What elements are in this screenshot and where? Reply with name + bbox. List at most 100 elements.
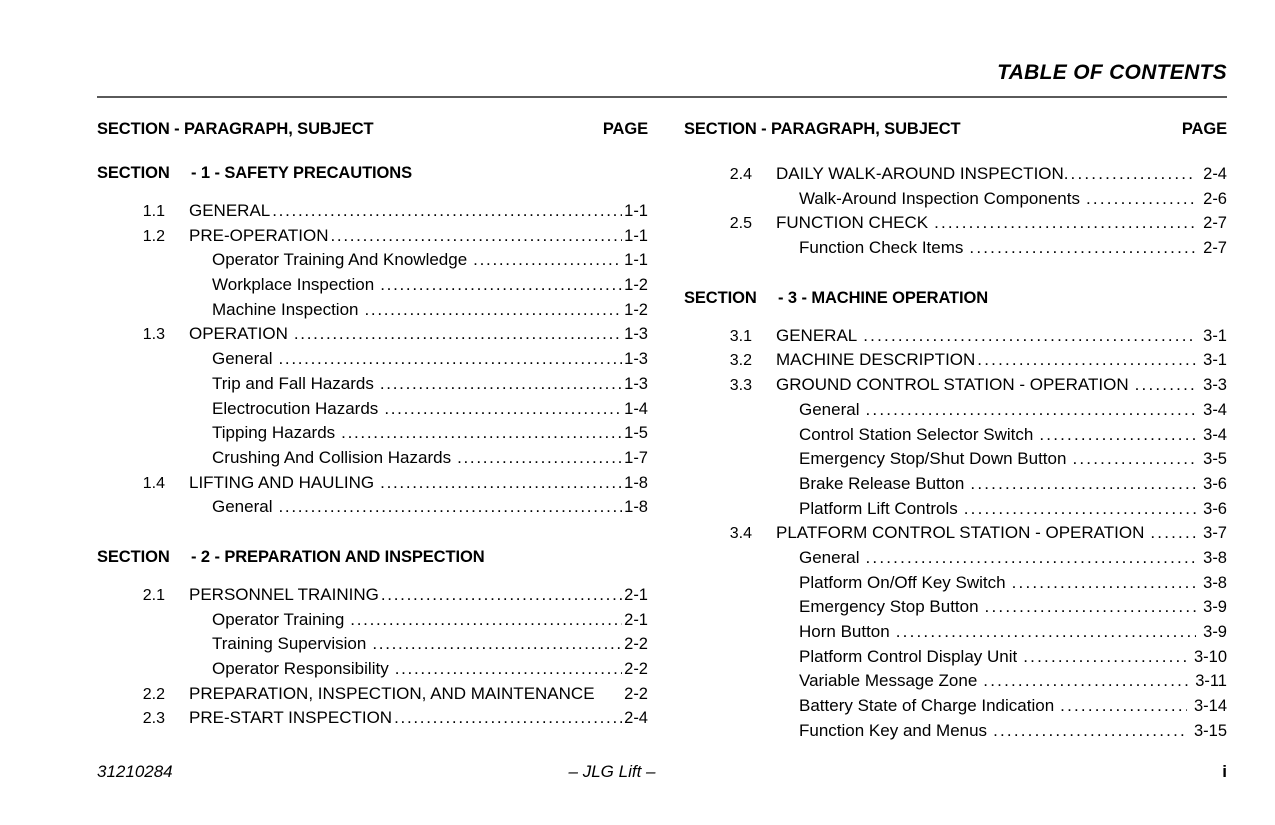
toc-entry-title: MACHINE DESCRIPTION [776,350,976,370]
toc-entry-page: 3-8 [1203,573,1227,592]
dot-leader: ........................................… [350,609,622,629]
toc-entry-title: Workplace Inspection [212,275,375,295]
toc-entry[interactable]: General.................................… [97,349,648,374]
toc-entry[interactable]: 3.3 GROUND CONTROL STATION - OPERATION...… [684,375,1227,400]
toc-entry[interactable]: 2.2 PREPARATION, INSPECTION, AND MAINTENA… [97,684,648,709]
toc-entry[interactable]: Operator Training.......................… [97,610,648,635]
toc-entry[interactable]: Tipping Hazards.........................… [97,423,648,448]
toc-entry-body: Tipping Hazards.........................… [165,423,623,443]
toc-entry[interactable]: Electrocution Hazards...................… [97,399,648,424]
dot-leader: ........................................… [983,671,1188,691]
toc-entry-page: 3-14 [1193,697,1227,716]
toc-entry-page: 1-1 [624,202,648,220]
toc-entry-number: 2.1 [142,586,165,604]
toc-entry[interactable]: Crushing And Collision Hazards..........… [97,448,648,473]
dot-leader: ........................................… [863,325,1197,345]
toc-entry[interactable]: 1.4 LIFTING AND HAULING..................… [97,473,648,498]
toc-entry[interactable]: 2.5 FUNCTION CHECK.......................… [684,213,1227,238]
column-heading-page: PAGE [602,120,648,138]
toc-entry[interactable]: Platform Control Display Unit...........… [684,647,1227,672]
toc-entry[interactable]: Variable Message Zone...................… [684,671,1227,696]
dot-leader: ........................................… [1072,449,1197,469]
toc-entry-page: 3-7 [1203,524,1227,543]
toc-entry[interactable]: Platform Lift Controls..................… [684,499,1227,524]
toc-entry-body: LIFTING AND HAULING.....................… [165,473,623,493]
toc-entry[interactable]: 3.4 PLATFORM CONTROL STATION - OPERATION.… [684,523,1227,548]
toc-entry-page: 2-1 [624,585,648,604]
toc-entry[interactable]: Workplace Inspection....................… [97,275,648,300]
toc-entry-number: 2.3 [142,710,165,728]
dot-leader: ........................................… [1134,375,1197,395]
toc-entry-body: Function Check Items....................… [752,238,1197,258]
section-heading[interactable]: SECTION - 1 - SAFETY PRECAUTIONS [97,164,648,189]
section-heading[interactable]: SECTION - 3 - MACHINE OPERATION [684,289,1227,314]
toc-entry-title: Platform Lift Controls [799,498,958,518]
toc-entry-title: Function Key and Menus [799,720,988,740]
toc-entry[interactable]: Function Key and Menus..................… [684,721,1227,746]
toc-entry[interactable]: Emergency Stop Button...................… [684,597,1227,622]
toc-entry-page: 2-6 [1203,189,1227,208]
column-heading: SECTION - PARAGRAPH, SUBJECT PAGE [684,120,1227,142]
page-header: TABLE OF CONTENTS [97,62,1227,84]
dot-leader: ........................................… [278,497,622,517]
dot-leader: ........................................… [865,399,1197,419]
dot-leader: ........................................… [1150,523,1196,543]
dot-leader: ........................................… [293,324,622,344]
toc-entry-body: Emergency Stop/Shut Down Button.........… [752,449,1197,469]
toc-entry-page: 1-5 [624,424,648,443]
column-heading-subject: SECTION - PARAGRAPH, SUBJECT [97,120,374,138]
toc-entry[interactable]: Function Check Items....................… [684,238,1227,263]
header-divider [97,96,1227,98]
toc-entry-page: 1-3 [624,325,648,344]
toc-entry-page: 1-8 [624,498,648,517]
toc-entry[interactable]: 2.1 PERSONNEL TRAINING...................… [97,585,648,610]
toc-entry-title: Battery State of Charge Indication [799,696,1055,716]
toc-entry[interactable]: Control Station Selector Switch.........… [684,425,1227,450]
dot-leader: ........................................… [372,634,622,654]
toc-entry[interactable]: General.................................… [97,497,648,522]
toc-entry[interactable]: Horn Button.............................… [684,622,1227,647]
toc-entry-title: General [212,349,273,369]
toc-entry[interactable]: Brake Release Button....................… [684,474,1227,499]
toc-entry-body: MACHINE DESCRIPTION.....................… [752,350,1197,370]
toc-entry[interactable]: Battery State of Charge Indication......… [684,696,1227,721]
toc-entry[interactable]: 1.1 GENERAL..............................… [97,201,648,226]
toc-entry-body: Platform Control Display Unit...........… [752,647,1188,667]
toc-entry[interactable]: Emergency Stop/Shut Down Button.........… [684,449,1227,474]
toc-entry-body: FUNCTION CHECK..........................… [752,213,1197,233]
toc-entry[interactable]: General.................................… [684,400,1227,425]
dot-leader: ........................................… [1023,646,1187,666]
toc-entry[interactable]: 3.2 MACHINE DESCRIPTION..................… [684,350,1227,375]
toc-entry[interactable]: 3.1 GENERAL..............................… [684,326,1227,351]
toc-entry-page: 1-3 [624,350,648,369]
toc-entry[interactable]: 1.3 OPERATION............................… [97,324,648,349]
toc-entry[interactable]: Training Supervision....................… [97,634,648,659]
toc-entry[interactable]: General.................................… [684,548,1227,573]
toc-entry[interactable]: Trip and Fall Hazards...................… [97,374,648,399]
toc-entry[interactable]: Platform On/Off Key Switch..............… [684,573,1227,598]
toc-entry[interactable]: Operator Responsibility.................… [97,659,648,684]
dot-leader: ........................................… [364,299,622,319]
section-heading[interactable]: SECTION - 2 - PREPARATION AND INSPECTION [97,548,648,573]
dot-leader: ........................................… [394,708,622,728]
toc-entry-page: 3-9 [1203,623,1227,641]
column-heading: SECTION - PARAGRAPH, SUBJECT PAGE [97,120,648,142]
toc-entry[interactable]: 2.3 PRE-START INSPECTION.................… [97,708,648,733]
toc-entry-page: 2-7 [1203,239,1227,258]
toc-entry-body: Walk-Around Inspection Components.......… [752,189,1197,209]
toc-entry[interactable]: 1.2 PRE-OPERATION........................… [97,226,648,251]
toc-entry-body: PLATFORM CONTROL STATION - OPERATION....… [752,523,1197,543]
toc-entry-page: 3-1 [1203,351,1227,370]
toc-entry[interactable]: Machine Inspection......................… [97,300,648,325]
section-heading-name: - 3 - MACHINE OPERATION [778,288,989,307]
toc-entry[interactable]: Walk-Around Inspection Components.......… [684,189,1227,214]
toc-entry-title: Training Supervision [212,634,367,654]
dot-leader: ........................................… [970,473,1196,493]
dot-leader: ........................................… [380,584,622,604]
toc-entry[interactable]: 2.4 DAILY WALK-AROUND INSPECTION.........… [684,164,1227,189]
toc-entry[interactable]: Operator Training And Knowledge.........… [97,250,648,275]
toc-entry-page: 3-8 [1203,548,1227,567]
toc-entry-body: Workplace Inspection....................… [165,275,623,295]
